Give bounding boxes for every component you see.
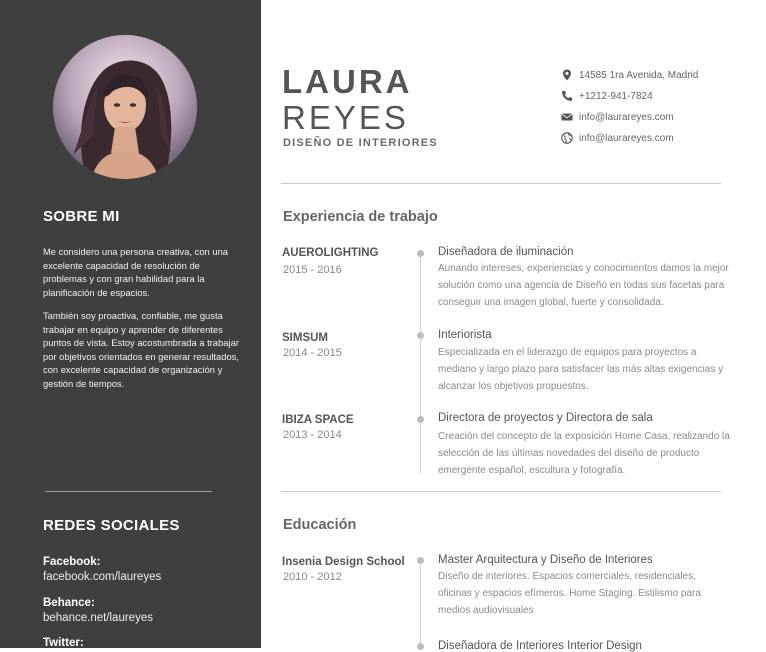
sidebar-divider — [45, 491, 212, 492]
social-heading: REDES SOCIALES — [43, 517, 180, 534]
experience-description: Especializada en el liderazgo de equipos… — [438, 347, 724, 392]
facebook-link[interactable]: facebook.com/laureyes — [43, 571, 161, 583]
education-timeline — [420, 560, 421, 648]
about-heading: SOBRE MI — [43, 208, 120, 225]
job-role: DISEÑO DE INTERIORES — [283, 137, 438, 149]
last-name: REYES — [282, 99, 409, 136]
education-title: Educación — [283, 517, 357, 533]
contact-email-text[interactable]: info@laurareyes.com — [579, 112, 674, 123]
about-paragraph-2: También soy proactiva, confiable, me gus… — [43, 310, 239, 389]
experience-org: AUEROLIGHTING — [282, 247, 379, 259]
behance-link[interactable]: behance.net/laureyes — [43, 612, 153, 624]
experience-timeline — [420, 253, 421, 473]
mail-icon — [561, 111, 573, 123]
about-paragraph-1: Me considero una persona creativa, con u… — [43, 246, 229, 298]
timeline-dot — [417, 332, 424, 339]
experience-org: SIMSUM — [282, 332, 328, 344]
avatar — [53, 35, 197, 179]
contact-web: info@laurareyes.com — [561, 131, 674, 145]
globe-icon — [561, 132, 573, 144]
portrait-image — [53, 35, 197, 179]
experience-title: Experiencia de trabajo — [283, 209, 438, 225]
contact-address-text: 14585 1ra Avenida, Madrid — [579, 69, 699, 81]
contact-phone-text[interactable]: +1212-941-7824 — [579, 91, 653, 102]
experience-description: Aunando intereses, experiencias y conoci… — [438, 263, 729, 308]
education-description: Diseño de interiores. Espacios comercial… — [438, 571, 701, 616]
contact-web-text[interactable]: info@laurareyes.com — [579, 133, 674, 144]
contact-email: info@laurareyes.com — [561, 110, 674, 124]
experience-position: Diseñadora de iluminación — [438, 246, 574, 258]
education-position: Diseñadora de Interiores Interior Design — [438, 640, 642, 652]
facebook-label: Facebook: — [43, 556, 101, 568]
timeline-dot — [417, 416, 424, 423]
phone-icon — [561, 90, 573, 102]
header-divider — [281, 183, 721, 184]
education-years: 2010 - 2012 — [283, 571, 342, 583]
map-pin-icon — [561, 69, 573, 81]
twitter-label: Twitter: — [43, 637, 84, 649]
experience-position: Directora de proyectos y Directora de sa… — [438, 412, 653, 424]
experience-org: IBIZA SPACE — [282, 414, 354, 426]
contact-address: 14585 1ra Avenida, Madrid — [561, 68, 698, 82]
first-name: LAURA — [282, 63, 413, 100]
timeline-dot — [417, 643, 424, 650]
experience-years: 2014 - 2015 — [283, 347, 342, 359]
experience-years: 2013 - 2014 — [283, 429, 342, 441]
timeline-dot — [417, 557, 424, 564]
experience-position: Interiorista — [438, 329, 492, 341]
contact-phone: +1212-941-7824 — [561, 89, 653, 103]
experience-description: Creación del concepto de la exposición H… — [438, 431, 730, 476]
education-position: Master Arquitectura y Diseño de Interior… — [438, 554, 653, 566]
sidebar: SOBRE MI Me considero una persona creati… — [0, 0, 261, 649]
education-org: Insenia Design School — [282, 556, 405, 568]
behance-label: Behance: — [43, 597, 95, 609]
section-divider — [281, 491, 721, 492]
experience-years: 2015 - 2016 — [283, 264, 342, 276]
timeline-dot — [417, 250, 424, 257]
